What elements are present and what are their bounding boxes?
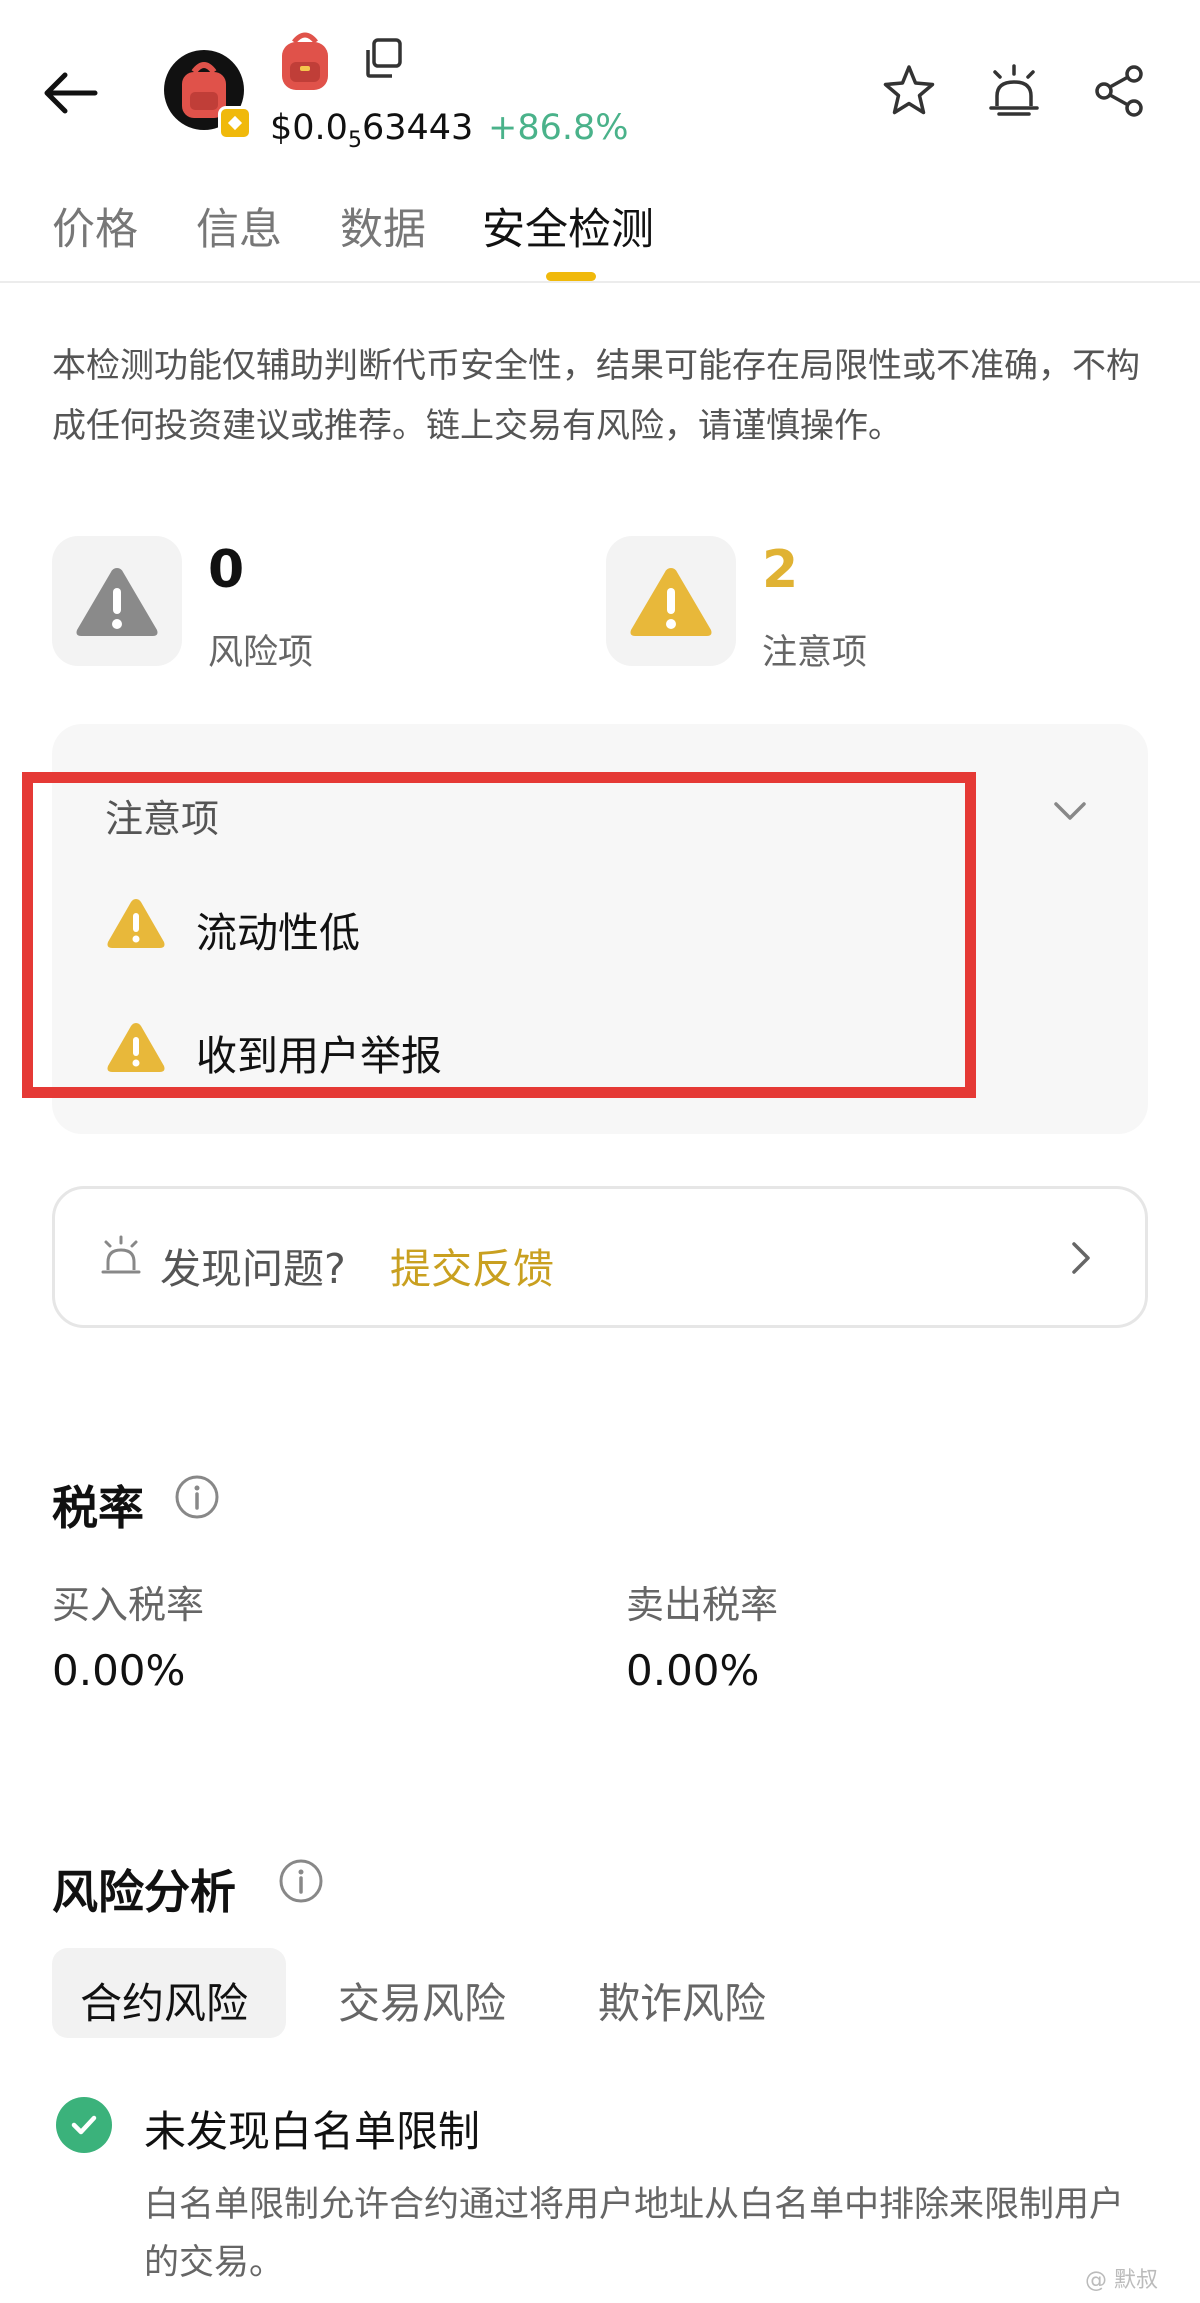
risk-count: 0: [208, 540, 245, 600]
token-image: [272, 28, 338, 94]
back-button[interactable]: [36, 58, 106, 128]
alert-bell-icon: [98, 1234, 144, 1280]
submit-feedback-link[interactable]: 提交反馈: [390, 1235, 554, 1295]
chevron-down-icon[interactable]: [1050, 790, 1090, 830]
info-icon[interactable]: [174, 1474, 220, 1520]
attention-count-label: 注意项: [762, 633, 868, 673]
tab-info[interactable]: 信息: [196, 195, 282, 257]
buy-tax-value: 0.00%: [52, 1646, 186, 1695]
feedback-question: 发现问题?: [160, 1245, 346, 1293]
tab-contract-risk[interactable]: 合约风险: [80, 1970, 248, 2031]
check-icon: [56, 2097, 112, 2153]
back-arrow-icon: [44, 72, 98, 114]
tab-price[interactable]: 价格: [52, 195, 138, 257]
attention-count-icon-box: [606, 536, 736, 666]
risk-count-icon-box: [52, 536, 182, 666]
active-tab-indicator: [546, 272, 596, 281]
tab-data[interactable]: 数据: [340, 195, 426, 257]
alert-bell-icon[interactable]: [985, 62, 1043, 120]
red-highlight-box: [22, 772, 976, 1098]
warning-icon: [76, 568, 158, 636]
attention-count: 2: [762, 540, 799, 600]
sell-tax-label: 卖出税率: [626, 1583, 779, 1627]
bnb-icon: [227, 115, 243, 131]
disclaimer-text: 本检测功能仅辅助判断代币安全性，结果可能存在局限性或不准确，不构成任何投资建议或…: [52, 346, 1140, 446]
tab-trading-risk[interactable]: 交易风险: [338, 1970, 506, 2031]
tax-section-title: 税率: [52, 1481, 144, 1535]
chevron-right-icon: [1064, 1238, 1098, 1278]
backpack-icon: [282, 32, 328, 90]
info-icon[interactable]: [278, 1858, 324, 1904]
warning-icon: [630, 568, 712, 636]
tab-security-check[interactable]: 安全检测: [482, 195, 654, 257]
risk-analysis-title: 风险分析: [52, 1865, 236, 1919]
risk-count-label: 风险项: [208, 633, 314, 673]
sell-tax-value: 0.00%: [626, 1646, 760, 1695]
bnb-chain-badge: [218, 106, 252, 140]
risk-item-description: 白名单限制允许合约通过将用户地址从白名单中排除来限制用户的交易。: [144, 2185, 1125, 2283]
buy-tax-label: 买入税率: [52, 1583, 205, 1627]
token-price: $0.0563443: [270, 108, 474, 153]
copy-icon[interactable]: [360, 36, 406, 82]
watermark: @ 默叔: [1085, 2268, 1158, 2293]
tab-fraud-risk[interactable]: 欺诈风险: [598, 1970, 766, 2031]
price-change: +86.8%: [488, 108, 629, 148]
star-icon[interactable]: [880, 62, 938, 120]
share-icon[interactable]: [1090, 62, 1148, 120]
risk-item-title: 未发现白名单限制: [144, 2107, 481, 2156]
tab-divider: [0, 281, 1200, 283]
